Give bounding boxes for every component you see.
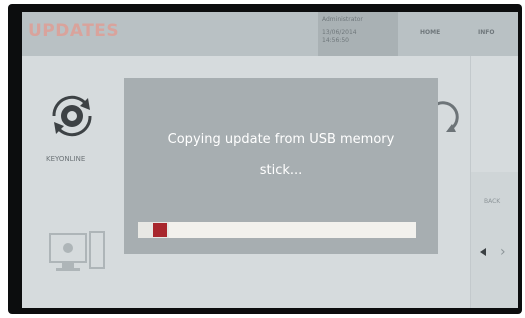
current-date: 13/06/2014 <box>322 29 357 36</box>
home-button[interactable]: HOME <box>420 29 440 36</box>
page-title: UPDATES <box>28 21 120 41</box>
info-button[interactable]: INFO <box>478 29 494 36</box>
dialog-message-line1: Copying update from USB memory <box>167 132 395 147</box>
dialog-message: Copying update from USB memory stick... <box>124 124 438 186</box>
progress-bar <box>138 222 416 238</box>
back-label: BACK <box>484 198 501 205</box>
back-panel[interactable] <box>471 172 518 308</box>
dialog-message-line2: stick... <box>259 163 303 178</box>
progress-indicator <box>153 223 167 237</box>
update-dialog: Copying update from USB memory stick... <box>124 78 438 254</box>
monitor-bezel: UPDATES Administrator 13/06/2014 14:56:5… <box>8 4 522 314</box>
keyonline-label: KEYONLINE <box>46 155 86 163</box>
user-name: Administrator <box>322 16 363 23</box>
arrow-left-icon[interactable] <box>480 248 486 256</box>
screen: UPDATES Administrator 13/06/2014 14:56:5… <box>22 12 518 308</box>
keyonline-icon[interactable] <box>44 88 100 144</box>
arrow-right-icon[interactable]: › <box>500 244 506 260</box>
current-time: 14:56:50 <box>322 37 349 44</box>
computer-icon[interactable] <box>46 224 108 280</box>
